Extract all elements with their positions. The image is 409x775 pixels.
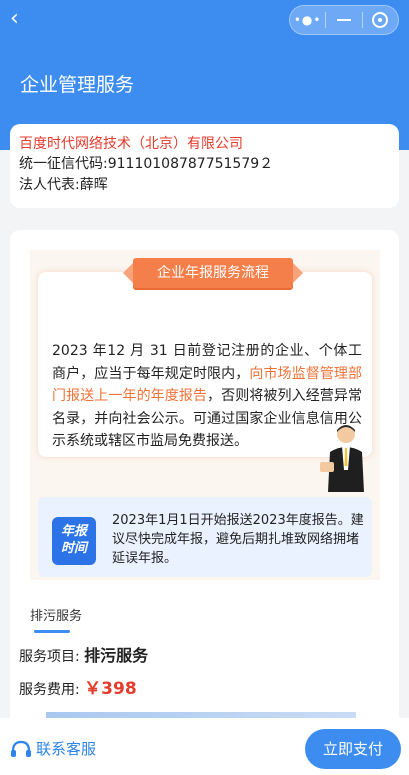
service-detail-card: 2023 年12 月 31 日前登记注册的企业、个体工商户，应当于每年规定时限内… [10,230,399,775]
more-dots-icon: •●• [293,13,322,27]
service-item-value: 排污服务 [84,646,149,665]
minus-icon [336,19,351,21]
page-title: 企业管理服务 [20,74,135,96]
minimize-button[interactable] [326,6,361,34]
timing-badge: 年报 时间 [52,517,96,565]
company-info-card: 百度时代网络技术（北京）有限公司 统一征信代码:9111010878775157… [10,124,399,208]
service-fee-row: 服务费用: ￥398 [19,674,137,699]
legal-representative: 法人代表:薛晖 [19,177,108,193]
pay-now-button[interactable]: 立即支付 [305,729,401,769]
more-button[interactable]: •●• [290,6,325,34]
mini-program-capsule: •●• [289,5,399,35]
annual-report-poster: 2023 年12 月 31 日前登记注册的企业、个体工商户，应当于每年规定时限内… [30,250,380,580]
timing-box: 年报 时间 2023年1月1日开始报送2023年度报告。建议尽快完成年报，避免后… [38,497,372,577]
timing-badge-line: 年报 [60,524,87,539]
service-fee-value: ￥398 [84,679,137,699]
timing-badge-line: 时间 [60,541,87,556]
timing-text: 2023年1月1日开始报送2023年度报告。建议尽快完成年报，避免后期扎堆致网络… [112,513,364,566]
poster-ribbon: 企业年报服务流程 [123,258,303,288]
chevron-left-icon[interactable]: ‹ [10,8,34,32]
businessman-illustration [320,425,364,492]
bottom-action-bar: 联系客服 立即支付 [0,718,409,775]
service-fee-label: 服务费用: [19,682,80,698]
contact-service-button[interactable]: 联系客服 [10,738,96,759]
service-item-label: 服务项目: [19,649,80,665]
flow-box: 2023 年12 月 31 日前登记注册的企业、个体工商户，应当于每年规定时限内… [38,272,372,492]
headset-icon [11,740,31,757]
tab-pollution-service[interactable]: 排污服务 [30,605,82,624]
tab-active-indicator [34,630,70,633]
service-item-row: 服务项目: 排污服务 [19,642,148,666]
credit-code: 统一征信代码:91110108787751579２ [19,156,274,172]
company-name: 百度时代网络技术（北京）有限公司 [19,136,243,152]
contact-service-label: 联系客服 [36,740,97,758]
close-button[interactable] [363,6,398,34]
target-icon [372,12,389,28]
service-tab-bar: 排污服务 [10,580,399,640]
